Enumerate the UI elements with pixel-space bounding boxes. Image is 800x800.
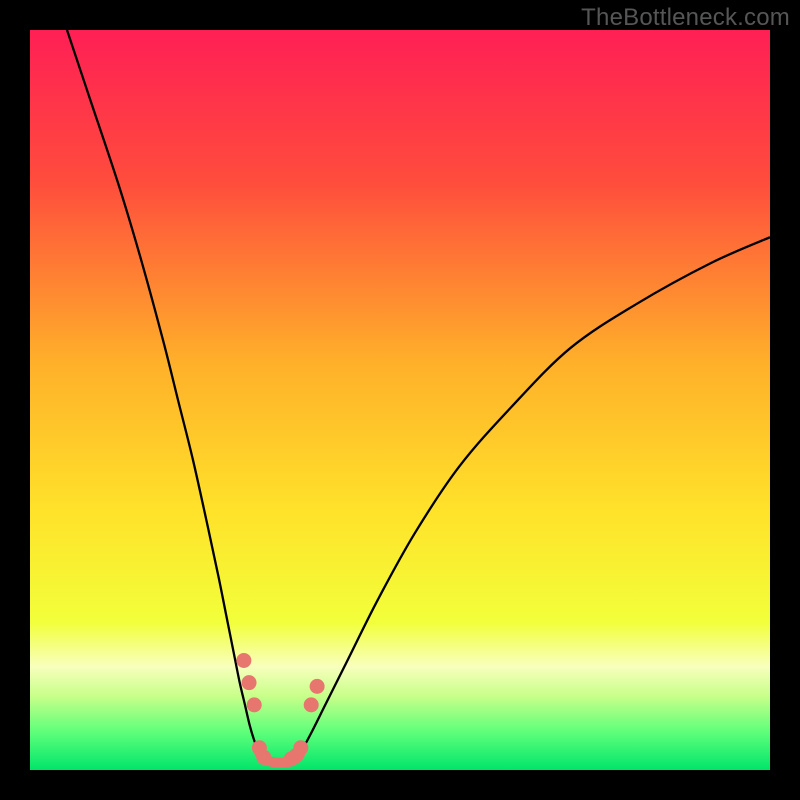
- marker-left-1: [242, 675, 257, 690]
- plot-area: [30, 30, 770, 770]
- gradient-background: [30, 30, 770, 770]
- marker-right-9: [310, 679, 325, 694]
- chart-svg: [30, 30, 770, 770]
- marker-right-8: [304, 697, 319, 712]
- marker-left-2: [247, 697, 262, 712]
- watermark-text: TheBottleneck.com: [581, 4, 790, 32]
- chart-figure: TheBottleneck.com: [0, 0, 800, 800]
- marker-left-4: [256, 750, 271, 765]
- marker-right-7: [293, 740, 308, 755]
- marker-left-0: [236, 653, 251, 668]
